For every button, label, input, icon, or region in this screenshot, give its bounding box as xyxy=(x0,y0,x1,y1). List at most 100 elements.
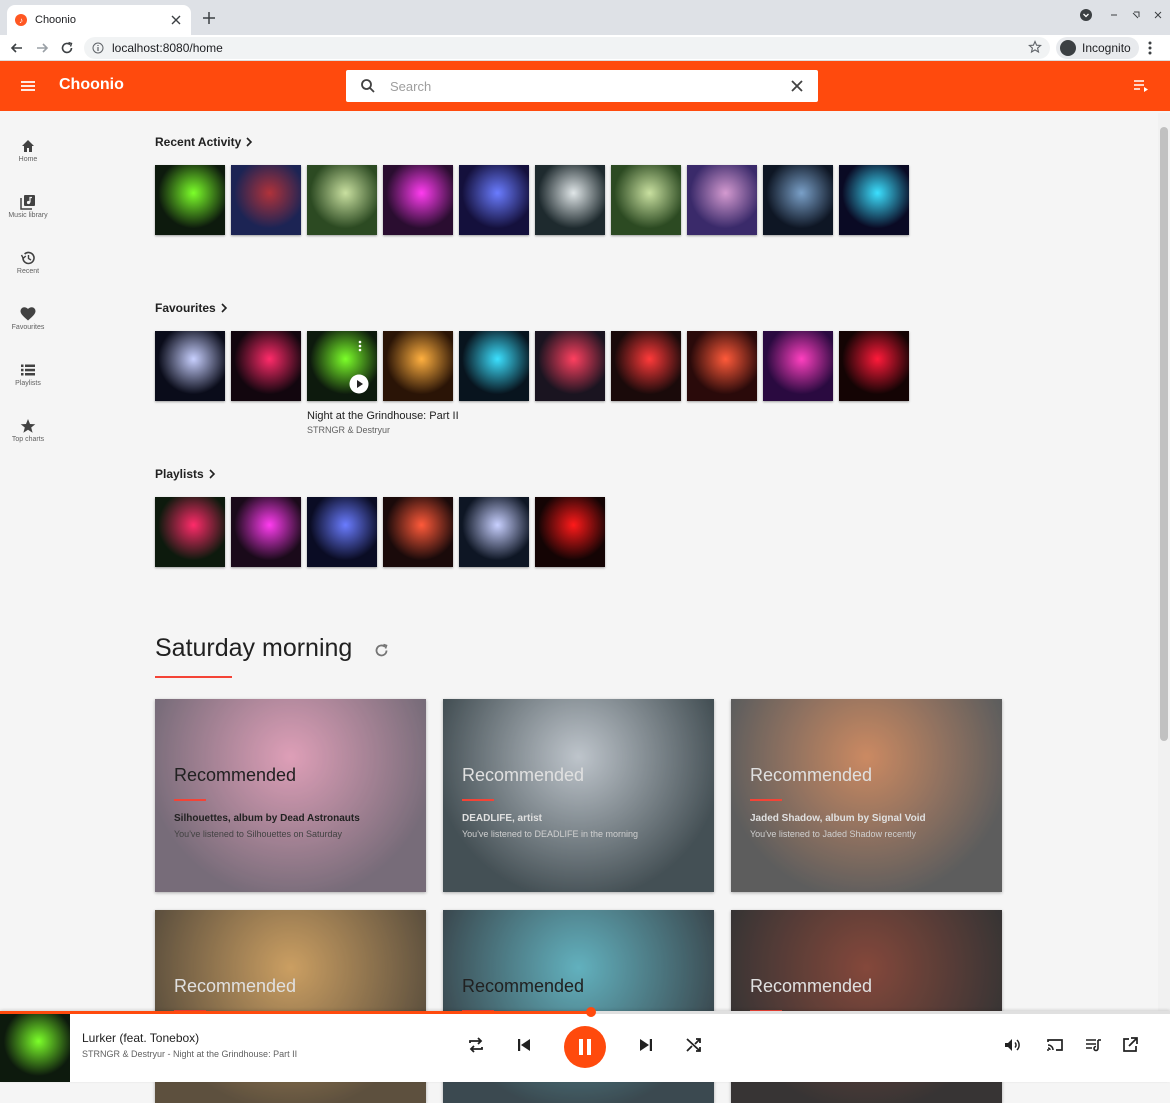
playlist-cover[interactable] xyxy=(459,497,529,567)
volume-icon[interactable] xyxy=(1002,1035,1022,1055)
favourite-album-cover[interactable] xyxy=(231,331,301,401)
favourite-album-cover[interactable] xyxy=(763,331,833,401)
refresh-icon[interactable] xyxy=(373,642,390,659)
favourite-album-cover[interactable] xyxy=(535,331,605,401)
chevron-right-icon xyxy=(221,303,227,313)
favicon-icon: ♪ xyxy=(15,14,27,26)
card-subtitle: You've listened to DEADLIFE in the morni… xyxy=(462,829,638,839)
recent-album-cover[interactable] xyxy=(687,165,757,235)
search-input[interactable] xyxy=(390,76,770,96)
playlist-cover[interactable] xyxy=(383,497,453,567)
play-icon[interactable] xyxy=(349,374,369,394)
sidebar-item-label: Recent xyxy=(16,268,40,275)
now-playing-cover[interactable] xyxy=(0,1014,70,1082)
playlist-cover[interactable] xyxy=(155,497,225,567)
url-text: localhost:8080/home xyxy=(112,41,223,55)
recent-album-cover[interactable] xyxy=(155,165,225,235)
progress-knob[interactable] xyxy=(585,1007,596,1017)
playlists-heading[interactable]: Playlists xyxy=(155,467,216,481)
forward-icon[interactable] xyxy=(34,40,50,56)
back-icon[interactable] xyxy=(9,40,25,56)
scrollbar-thumb[interactable] xyxy=(1160,127,1168,741)
tab-close-icon[interactable] xyxy=(169,13,183,27)
recommendation-card[interactable]: Recommended DEADLIFE, artist You've listen… xyxy=(443,699,714,892)
recent-album-cover[interactable] xyxy=(383,165,453,235)
hamburger-menu-icon[interactable] xyxy=(18,77,38,95)
recent-album-cover[interactable] xyxy=(231,165,301,235)
player-bar: Lurker (feat. Tonebox) STRNGR & Destryur… xyxy=(0,1007,1170,1082)
chevron-right-icon xyxy=(209,469,215,479)
now-playing-title[interactable]: Lurker (feat. Tonebox) xyxy=(82,1031,199,1045)
card-overlay xyxy=(443,699,714,892)
open-external-icon[interactable] xyxy=(1120,1035,1140,1055)
sidebar-item-label: Top charts xyxy=(11,436,45,443)
scrollbar[interactable] xyxy=(1158,113,1170,1011)
recent-album-cover[interactable] xyxy=(839,165,909,235)
sidebar-item-favourites[interactable]: Favourites xyxy=(0,306,56,354)
search-icon xyxy=(361,79,375,93)
recent-album-cover[interactable] xyxy=(307,165,377,235)
incognito-badge[interactable]: Incognito xyxy=(1056,37,1139,59)
omnibox[interactable]: localhost:8080/home xyxy=(84,37,1050,59)
app-brand[interactable]: Choonio xyxy=(59,76,124,94)
recent-album-cover[interactable] xyxy=(611,165,681,235)
cast-icon[interactable] xyxy=(1045,1035,1065,1055)
recent-album-cover[interactable] xyxy=(459,165,529,235)
repeat-icon[interactable] xyxy=(466,1035,486,1055)
card-heading: Recommended xyxy=(750,765,873,785)
hovered-album-title[interactable]: Night at the Grindhouse: Part II xyxy=(307,410,459,422)
sidebar-item-recent[interactable]: Recent xyxy=(0,250,56,298)
browser-menu-icon[interactable] xyxy=(1148,41,1152,55)
favourite-album-cover[interactable] xyxy=(383,331,453,401)
hovered-album-artist[interactable]: STRNGR & Destryur xyxy=(307,425,390,435)
sidebar-item-label: Playlists xyxy=(15,380,41,387)
reload-icon[interactable] xyxy=(59,40,75,56)
now-playing-subtitle[interactable]: STRNGR & Destryur - Night at the Grindho… xyxy=(82,1049,297,1059)
playlist-cover[interactable] xyxy=(307,497,377,567)
window-close-icon[interactable] xyxy=(1152,9,1164,21)
new-tab-icon[interactable] xyxy=(200,9,218,27)
sidebar-item-top-charts[interactable]: Top charts xyxy=(0,418,56,466)
card-subtitle: You've listened to Silhouettes on Saturd… xyxy=(174,829,343,839)
heart-icon xyxy=(20,307,36,321)
sidebar-item-music-library[interactable]: Music library xyxy=(0,194,56,242)
favourite-album-cover[interactable] xyxy=(459,331,529,401)
card-subtitle: You've listened to Jaded Shadow recently xyxy=(750,829,916,839)
recent-album-cover[interactable] xyxy=(535,165,605,235)
shuffle-icon[interactable] xyxy=(684,1035,704,1055)
favourites-heading[interactable]: Favourites xyxy=(155,301,228,315)
home-icon xyxy=(22,140,34,152)
recommendation-card[interactable]: Recommended Silhouettes, album by Dead As… xyxy=(155,699,426,892)
pause-button[interactable] xyxy=(564,1026,606,1068)
card-heading: Recommended xyxy=(750,976,873,996)
queue-icon[interactable] xyxy=(1132,79,1150,93)
next-track-icon[interactable] xyxy=(636,1035,656,1055)
recent-album-cover[interactable] xyxy=(763,165,833,235)
app-header: Choonio xyxy=(0,61,1170,111)
progress-bar[interactable] xyxy=(0,1007,1170,1017)
sidebar-item-home[interactable]: Home xyxy=(0,138,56,186)
favourite-album-cover[interactable] xyxy=(839,331,909,401)
browser-tab[interactable]: ♪ Choonio xyxy=(7,5,191,35)
more-options-icon[interactable] xyxy=(358,340,362,352)
saturday-heading: Saturday morning xyxy=(155,634,353,662)
favourite-album-cover[interactable] xyxy=(155,331,225,401)
restore-icon[interactable] xyxy=(1130,9,1142,21)
minimize-icon[interactable] xyxy=(1108,9,1120,21)
tab-search-icon[interactable] xyxy=(1080,9,1092,21)
recent-activity-heading[interactable]: Recent Activity xyxy=(155,135,253,149)
bookmark-star-icon[interactable] xyxy=(1028,40,1042,54)
pause-icon xyxy=(579,1039,591,1055)
favourite-album-cover[interactable] xyxy=(687,331,757,401)
sidebar-item-playlists[interactable]: Playlists xyxy=(0,362,56,410)
favourite-album-cover[interactable] xyxy=(307,331,377,401)
previous-track-icon[interactable] xyxy=(514,1035,534,1055)
playlist-cover[interactable] xyxy=(231,497,301,567)
clear-search-icon[interactable] xyxy=(790,79,804,93)
queue-music-icon[interactable] xyxy=(1083,1035,1103,1055)
favourites-title: Favourites xyxy=(155,301,216,315)
recommendation-card[interactable]: Recommended Jaded Shadow, album by Signal… xyxy=(731,699,1002,892)
favourite-album-cover[interactable] xyxy=(611,331,681,401)
star-icon xyxy=(20,419,36,433)
playlist-cover[interactable] xyxy=(535,497,605,567)
